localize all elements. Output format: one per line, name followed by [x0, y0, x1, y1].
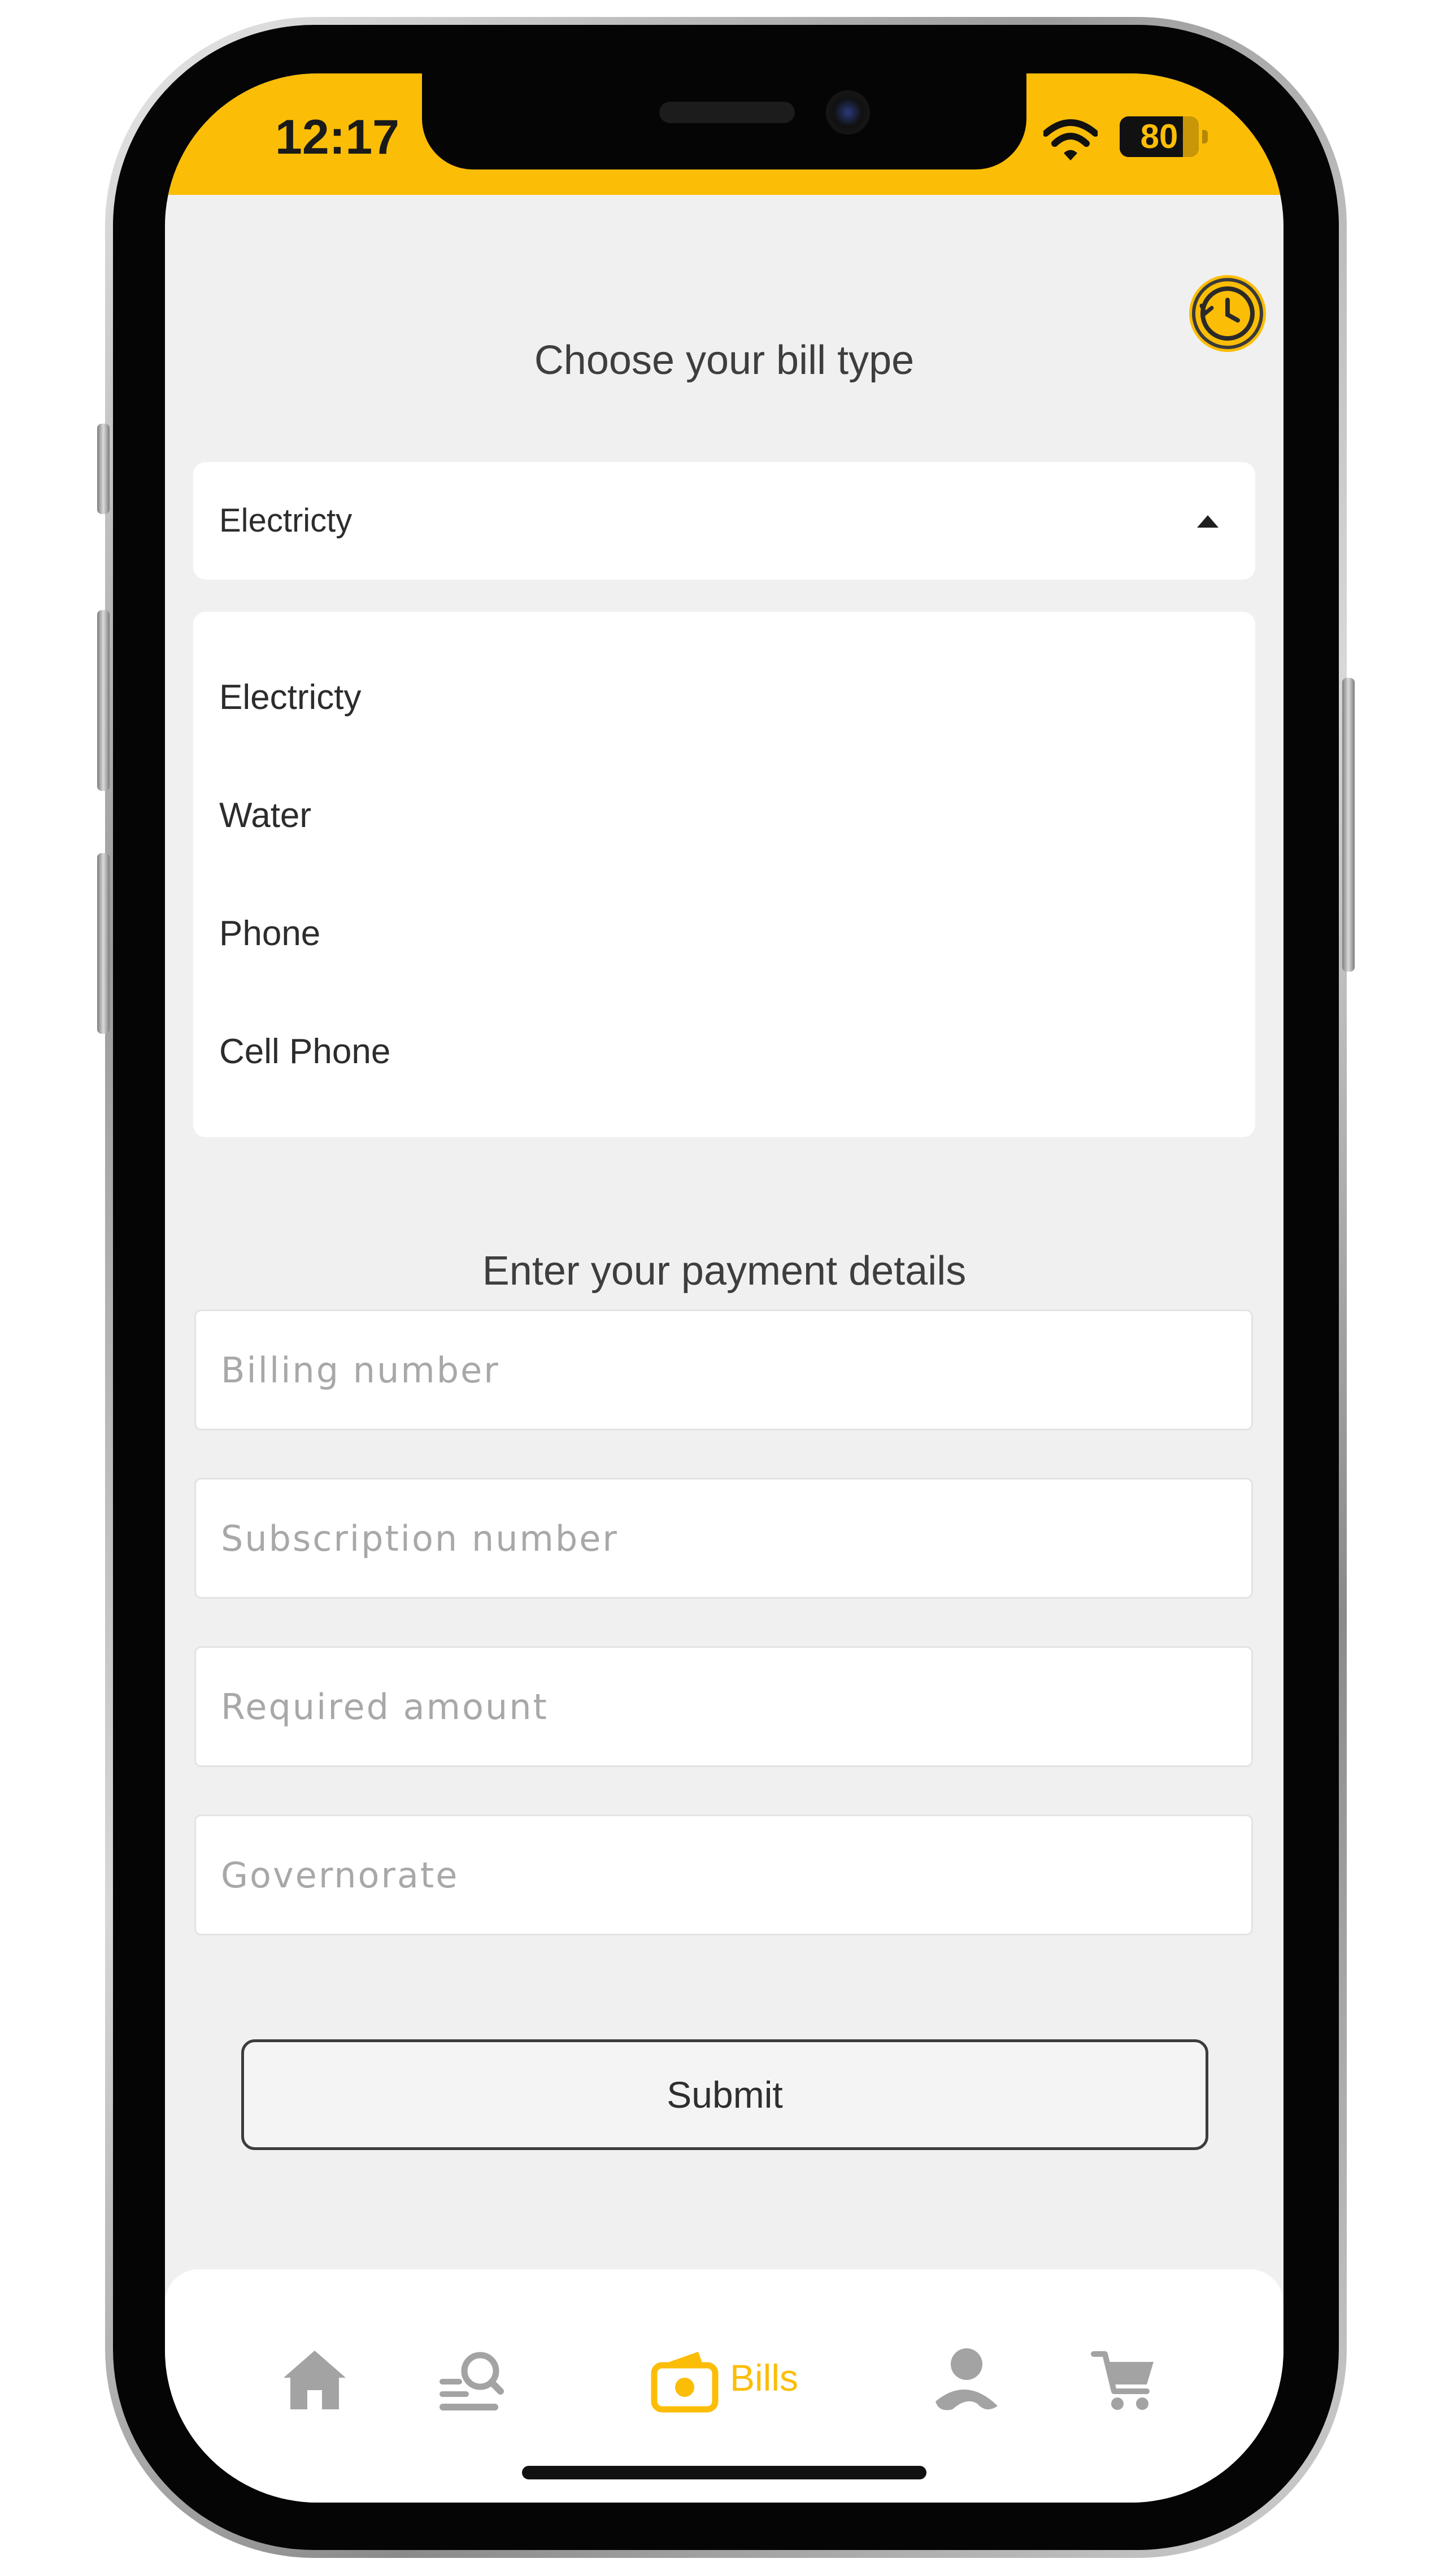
history-button[interactable]	[1189, 275, 1266, 352]
nav-profile[interactable]	[930, 2343, 1003, 2416]
submit-button[interactable]: Submit	[241, 2039, 1208, 2150]
option-label: Electricty	[219, 678, 362, 717]
cart-icon	[1091, 2351, 1154, 2410]
option-phone[interactable]: Phone	[193, 891, 1255, 976]
option-label: Water	[219, 796, 312, 835]
nav-search[interactable]	[435, 2343, 508, 2416]
history-clock-icon	[1192, 278, 1263, 349]
option-label: Phone	[219, 914, 321, 953]
nav-home[interactable]	[278, 2343, 351, 2416]
bill-type-options: Electricty Water Phone Cell Phone	[193, 612, 1255, 1137]
power-button	[1342, 678, 1355, 972]
status-bar: 12:17 80	[165, 73, 1283, 195]
battery-cap	[1202, 130, 1208, 143]
home-indicator	[522, 2466, 926, 2479]
option-cell-phone[interactable]: Cell Phone	[193, 1009, 1255, 1094]
caret-up-icon	[1197, 515, 1219, 528]
volume-up-button	[97, 610, 110, 791]
payment-details-title: Enter your payment details	[482, 1248, 967, 1294]
required-amount-input[interactable]	[194, 1646, 1253, 1767]
nav-bills[interactable]: Bills	[651, 2343, 820, 2416]
speaker-grille	[659, 102, 795, 123]
home-icon	[284, 2351, 346, 2409]
status-time: 12:17	[275, 110, 399, 164]
option-electricity[interactable]: Electricty	[193, 655, 1255, 740]
volume-down-button	[97, 853, 110, 1034]
search-list-icon	[440, 2352, 504, 2410]
bill-type-title: Choose your bill type	[534, 338, 915, 383]
wifi-icon	[1043, 119, 1098, 160]
front-camera	[826, 90, 870, 134]
option-water[interactable]: Water	[193, 773, 1255, 858]
notch	[422, 73, 1026, 169]
subscription-number-input[interactable]	[194, 1478, 1253, 1599]
option-label: Cell Phone	[219, 1032, 391, 1071]
battery-body: 80	[1120, 116, 1199, 157]
profile-icon	[935, 2348, 998, 2410]
battery-icon: 80	[1120, 116, 1210, 157]
app-screen: 12:17 80 Choose your bill type Electrict…	[165, 73, 1283, 2503]
nav-bills-label: Bills	[730, 2357, 799, 2399]
bill-type-selected-value: Electricty	[219, 502, 353, 539]
wallet-icon	[651, 2352, 719, 2413]
governorate-input[interactable]	[194, 1814, 1253, 1935]
bill-type-select[interactable]: Electricty	[193, 462, 1255, 580]
battery-level: 80	[1140, 118, 1178, 155]
billing-number-input[interactable]	[194, 1309, 1253, 1430]
nav-cart[interactable]	[1086, 2343, 1159, 2416]
silent-switch	[97, 424, 110, 514]
